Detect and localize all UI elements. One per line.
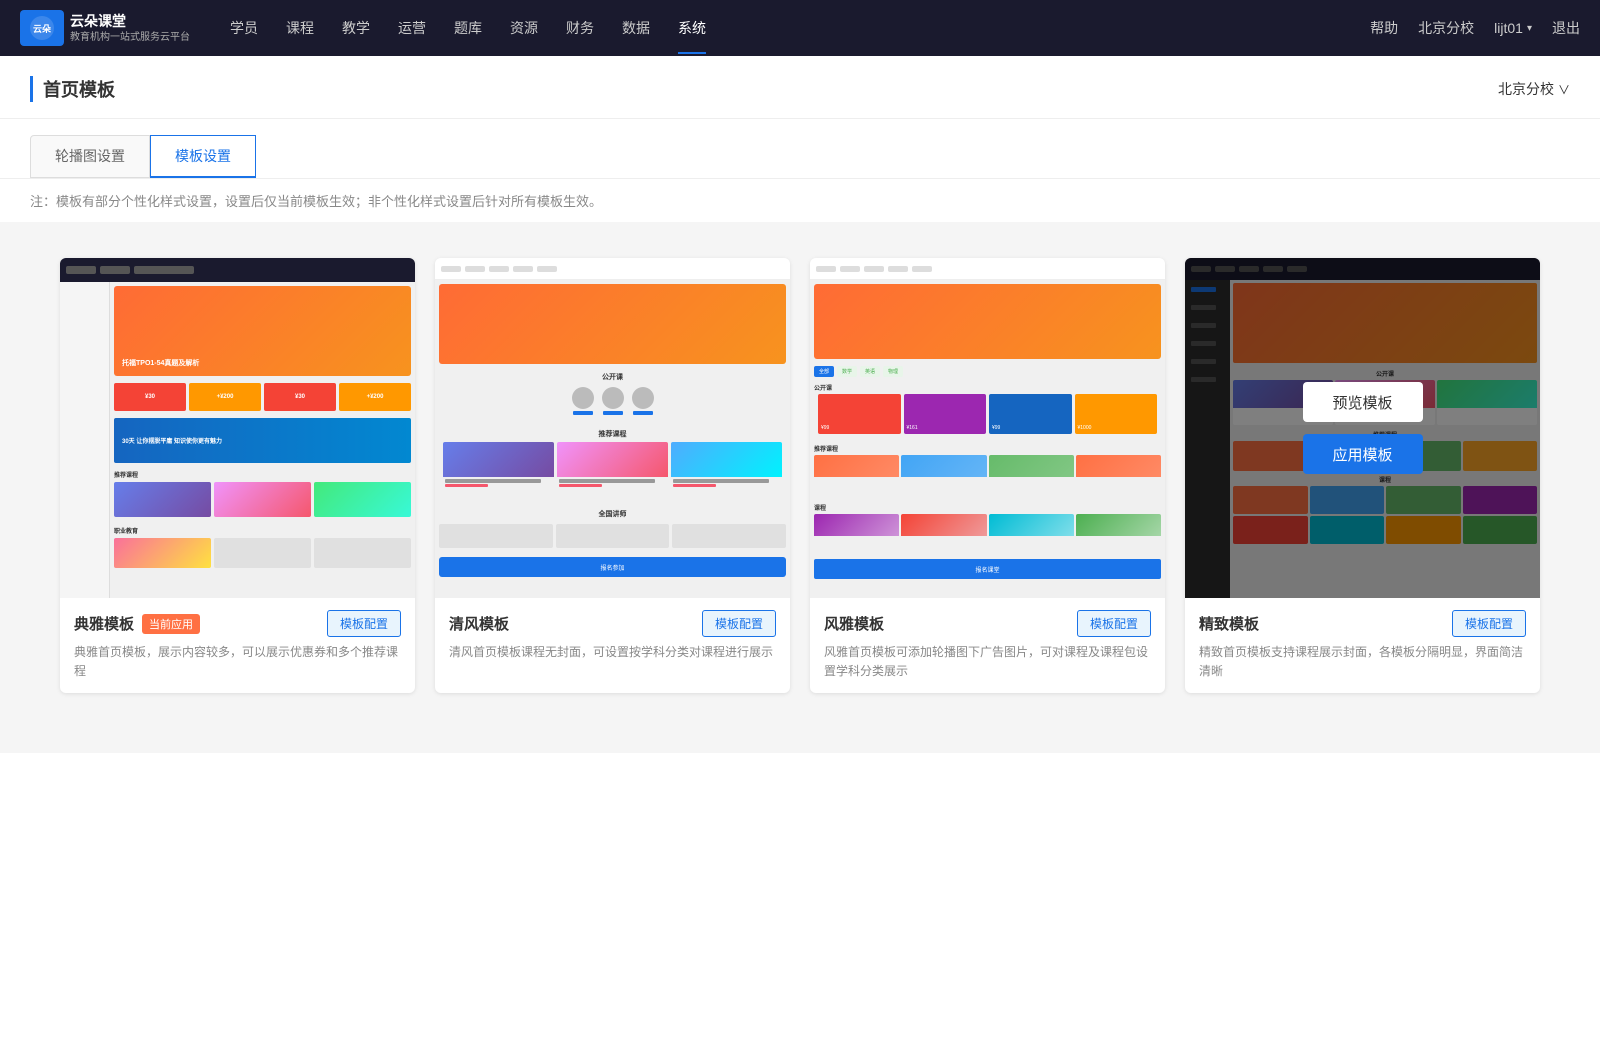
tabs-container: 轮播图设置 模板设置	[0, 119, 1600, 179]
template-name-group-fengya: 风雅模板	[824, 613, 884, 634]
template-screenshot-fengya: 全部 数学 英语 物理 公开课 ¥99 ¥161 ¥99 ¥1000	[810, 258, 1165, 598]
nav-item-system[interactable]: 系统	[678, 14, 706, 42]
note: 注：模板有部分个性化样式设置，设置后仅当前模板生效；非个性化样式设置后针对所有模…	[0, 179, 1600, 222]
nav-item-data[interactable]: 数据	[622, 14, 650, 42]
template-card-qingfeng: 公开课 推荐课程	[435, 258, 790, 693]
page-title: 首页模板	[30, 76, 115, 102]
template-name-fengya: 风雅模板	[824, 613, 884, 634]
nav-item-operations[interactable]: 运营	[398, 14, 426, 42]
template-name-group-jingzhi: 精致模板	[1199, 613, 1259, 634]
template-name-row-fengya: 风雅模板 模板配置	[824, 610, 1151, 637]
nav-item-resources[interactable]: 资源	[510, 14, 538, 42]
template-desc-jingzhi: 精致首页模板支持课程展示封面，各模板分隔明显，界面简洁清晰	[1199, 643, 1526, 681]
brand-text: 云朵课堂 教育机构一站式服务云平台	[70, 12, 190, 43]
template-name-group-classic: 典雅模板 当前应用	[74, 613, 200, 634]
config-btn-classic[interactable]: 模板配置	[327, 610, 401, 637]
tab-template[interactable]: 模板设置	[150, 135, 256, 178]
nav-item-finance[interactable]: 财务	[566, 14, 594, 42]
template-preview-jingzhi[interactable]: 公开课 推荐课程	[1185, 258, 1540, 598]
nav-item-questions[interactable]: 题库	[454, 14, 482, 42]
template-footer-qingfeng: 清风模板 模板配置 清风首页模板课程无封面，可设置按学科分类对课程进行展示	[435, 598, 790, 674]
templates-wrapper: 托福TPO1-54真题及解析 ¥30 +¥200 ¥30 +¥200 30天 让…	[0, 222, 1600, 753]
template-preview-fengya[interactable]: 全部 数学 英语 物理 公开课 ¥99 ¥161 ¥99 ¥1000	[810, 258, 1165, 598]
branch-selector[interactable]: 北京分校	[1498, 79, 1570, 99]
page: 首页模板 北京分校 轮播图设置 模板设置 注：模板有部分个性化样式设置，设置后仅…	[0, 56, 1600, 1046]
navbar: 云朵 云朵课堂 教育机构一站式服务云平台 学员 课程 教学 运营 题库 资源 财…	[0, 0, 1600, 56]
config-btn-jingzhi[interactable]: 模板配置	[1452, 610, 1526, 637]
template-card-classic: 托福TPO1-54真题及解析 ¥30 +¥200 ¥30 +¥200 30天 让…	[60, 258, 415, 693]
template-preview-qingfeng[interactable]: 公开课 推荐课程	[435, 258, 790, 598]
template-name-row-qingfeng: 清风模板 模板配置	[449, 610, 776, 637]
current-badge-classic: 当前应用	[142, 614, 200, 634]
template-name-jingzhi: 精致模板	[1199, 613, 1259, 634]
template-name-row-classic: 典雅模板 当前应用 模板配置	[74, 610, 401, 637]
template-preview-classic[interactable]: 托福TPO1-54真题及解析 ¥30 +¥200 ¥30 +¥200 30天 让…	[60, 258, 415, 598]
template-overlay-jingzhi: 预览模板 应用模板	[1185, 258, 1540, 598]
nav-item-courses[interactable]: 课程	[286, 14, 314, 42]
help-link[interactable]: 帮助	[1370, 18, 1398, 38]
template-screenshot-classic: 托福TPO1-54真题及解析 ¥30 +¥200 ¥30 +¥200 30天 让…	[60, 258, 415, 598]
config-btn-qingfeng[interactable]: 模板配置	[702, 610, 776, 637]
branch-link[interactable]: 北京分校	[1418, 18, 1474, 38]
nav-item-students[interactable]: 学员	[230, 14, 258, 42]
config-btn-fengya[interactable]: 模板配置	[1077, 610, 1151, 637]
nav-item-teaching[interactable]: 教学	[342, 14, 370, 42]
tabs: 轮播图设置 模板设置	[30, 135, 1570, 178]
svg-text:云朵: 云朵	[33, 24, 52, 34]
preview-btn-jingzhi[interactable]: 预览模板	[1303, 382, 1423, 422]
template-desc-fengya: 风雅首页模板可添加轮播图下广告图片，可对课程及课程包设置学科分类展示	[824, 643, 1151, 681]
template-footer-fengya: 风雅模板 模板配置 风雅首页模板可添加轮播图下广告图片，可对课程及课程包设置学科…	[810, 598, 1165, 693]
tab-carousel[interactable]: 轮播图设置	[30, 135, 150, 178]
template-screenshot-qingfeng: 公开课 推荐课程	[435, 258, 790, 598]
user-menu[interactable]: lijt01	[1494, 20, 1532, 36]
brand: 云朵 云朵课堂 教育机构一站式服务云平台	[20, 10, 190, 46]
template-desc-qingfeng: 清风首页模板课程无封面，可设置按学科分类对课程进行展示	[449, 643, 776, 662]
nav-right: 帮助 北京分校 lijt01 退出	[1370, 18, 1580, 38]
template-name-classic: 典雅模板	[74, 613, 134, 634]
nav-menu: 学员 课程 教学 运营 题库 资源 财务 数据 系统	[230, 14, 1370, 42]
template-footer-jingzhi: 精致模板 模板配置 精致首页模板支持课程展示封面，各模板分隔明显，界面简洁清晰	[1185, 598, 1540, 693]
template-footer-classic: 典雅模板 当前应用 模板配置 典雅首页模板，展示内容较多，可以展示优惠券和多个推…	[60, 598, 415, 693]
template-card-jingzhi: 公开课 推荐课程	[1185, 258, 1540, 693]
apply-btn-jingzhi[interactable]: 应用模板	[1303, 434, 1423, 474]
logout-link[interactable]: 退出	[1552, 18, 1580, 38]
template-desc-classic: 典雅首页模板，展示内容较多，可以展示优惠券和多个推荐课程	[74, 643, 401, 681]
template-name-qingfeng: 清风模板	[449, 613, 509, 634]
template-name-group-qingfeng: 清风模板	[449, 613, 509, 634]
brand-logo: 云朵	[20, 10, 64, 46]
page-header: 首页模板 北京分校	[0, 56, 1600, 119]
template-name-row-jingzhi: 精致模板 模板配置	[1199, 610, 1526, 637]
templates-grid: 托福TPO1-54真题及解析 ¥30 +¥200 ¥30 +¥200 30天 让…	[30, 242, 1570, 723]
template-card-fengya: 全部 数学 英语 物理 公开课 ¥99 ¥161 ¥99 ¥1000	[810, 258, 1165, 693]
